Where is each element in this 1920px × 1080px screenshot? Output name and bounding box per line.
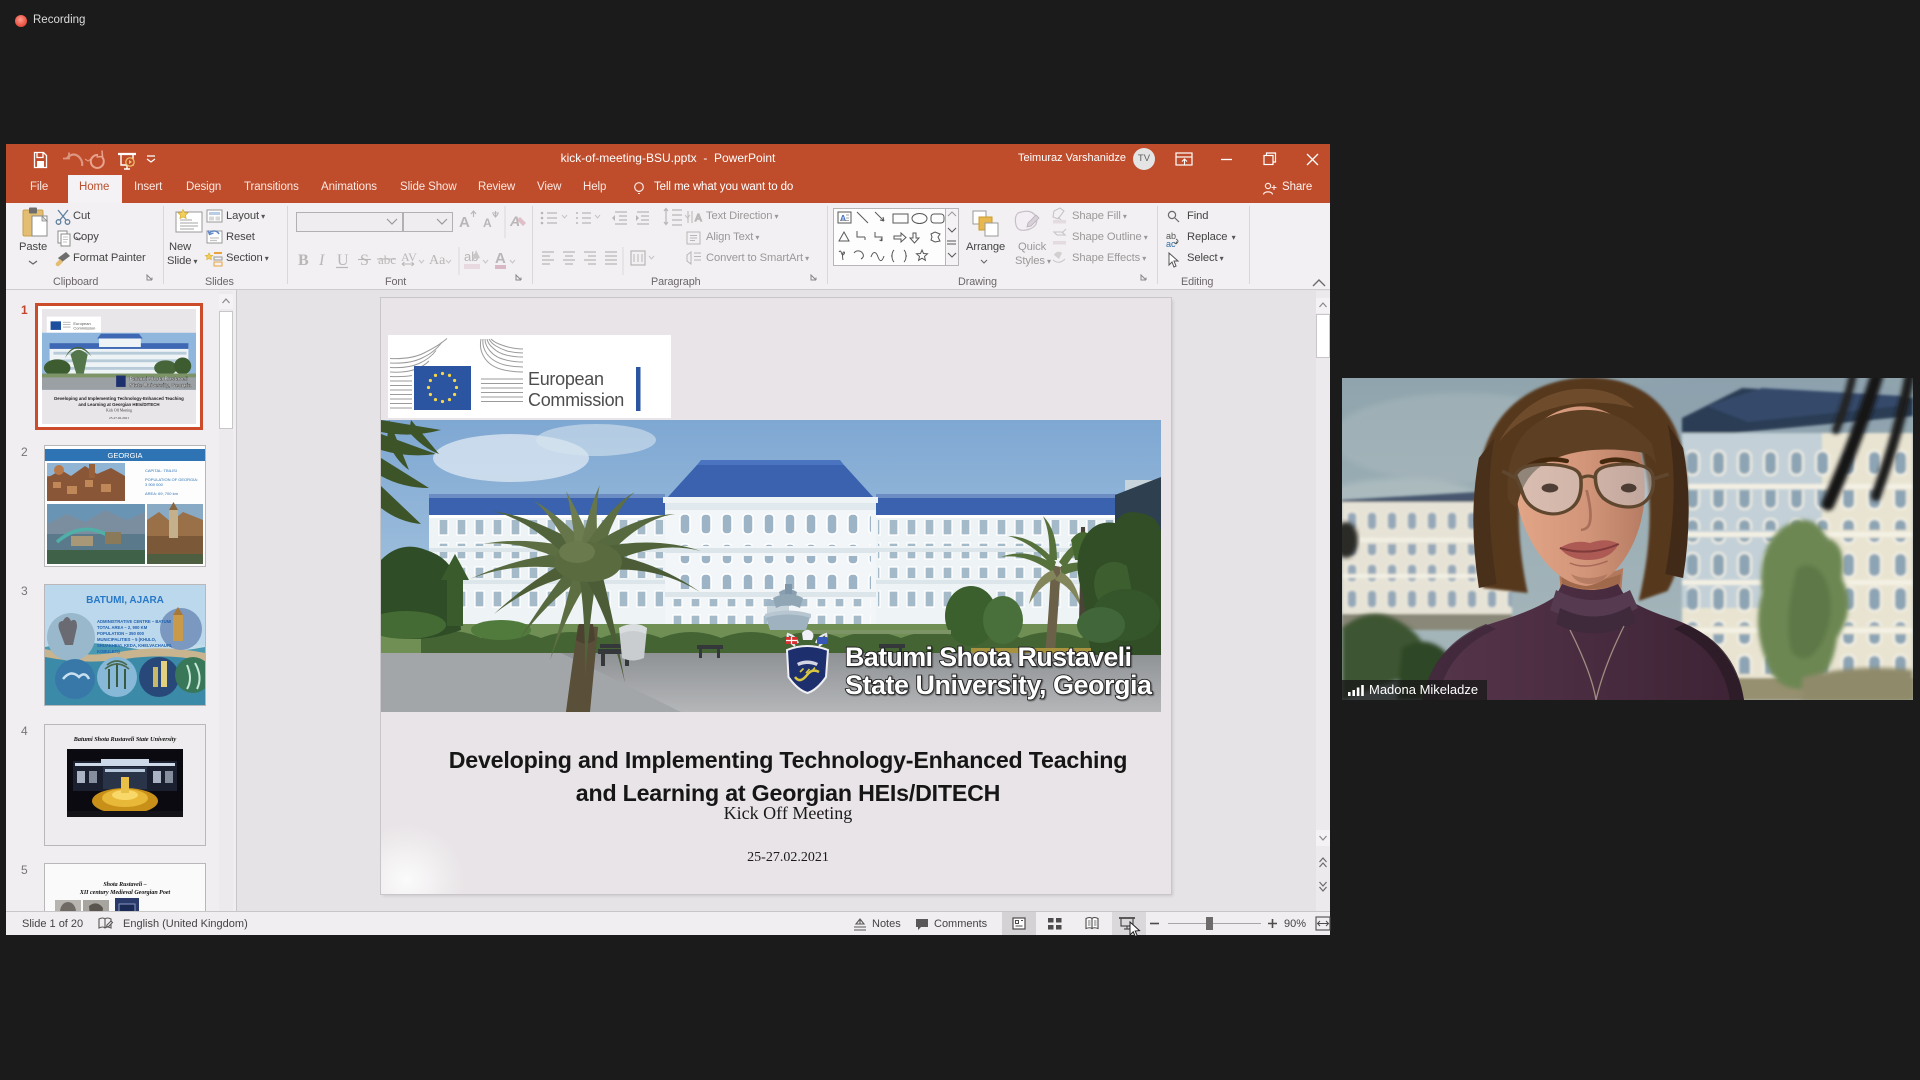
svg-text:Kick Off Meeting: Kick Off Meeting: [106, 409, 132, 413]
svg-text:S: S: [360, 252, 369, 269]
svg-text:Batumi Shota Rustaveli: Batumi Shota Rustaveli: [129, 376, 188, 382]
svg-text:Batumi Shota Rustaveli State U: Batumi Shota Rustaveli State University: [73, 736, 177, 743]
svg-text:3 900 000: 3 900 000: [145, 482, 164, 487]
svg-text:AV: AV: [401, 250, 417, 264]
svg-text:Commission: Commission: [528, 390, 624, 410]
svg-text:State University, Georgia: State University, Georgia: [129, 383, 191, 389]
svg-text:A: A: [459, 214, 470, 231]
svg-text:I: I: [318, 252, 325, 269]
svg-text:KOBULETI): KOBULETI): [97, 649, 120, 654]
svg-text:AREA: 69, 700 km: AREA: 69, 700 km: [145, 491, 179, 496]
svg-text:ac: ac: [1166, 239, 1176, 249]
svg-text:State University, Georgia: State University, Georgia: [845, 670, 1153, 700]
svg-text:U: U: [337, 252, 349, 269]
svg-text:BATUMI, AJARA: BATUMI, AJARA: [86, 595, 164, 606]
svg-text:Shota Rustaveli –: Shota Rustaveli –: [103, 882, 146, 888]
svg-text:SHUAKHEVI, KEDA, KHELVACHAURI,: SHUAKHEVI, KEDA, KHELVACHAURI,: [97, 643, 172, 648]
svg-text:B: B: [298, 252, 309, 269]
svg-text:MUNICIPALITIES – 5 (KHULO,: MUNICIPALITIES – 5 (KHULO,: [97, 637, 156, 642]
svg-text:Commission: Commission: [73, 325, 95, 330]
svg-text:A: A: [840, 213, 846, 223]
svg-text:ADMINISTRATIVE CENTRE – BATUMI: ADMINISTRATIVE CENTRE – BATUMI: [97, 619, 171, 624]
svg-text:and Learning at Georgian HEIs/: and Learning at Georgian HEIs/DITECH: [78, 402, 159, 407]
svg-text:A: A: [695, 213, 702, 224]
svg-text:GEORGIA: GEORGIA: [107, 451, 142, 460]
svg-text:CAPITAL: TBILISI: CAPITAL: TBILISI: [145, 468, 177, 473]
svg-text:TOTAL AREA – 2, 900 KM: TOTAL AREA – 2, 900 KM: [97, 625, 148, 630]
svg-text:Aa: Aa: [429, 253, 446, 268]
svg-text:Developing and Implementing Te: Developing and Implementing Technology-E…: [54, 396, 184, 401]
svg-text:A: A: [495, 250, 506, 267]
svg-text:Batumi Shota Rustaveli: Batumi Shota Rustaveli: [845, 642, 1132, 672]
svg-text:A: A: [483, 216, 492, 230]
svg-text:POPULATION – 350 000: POPULATION – 350 000: [97, 631, 145, 636]
svg-text:European: European: [528, 369, 604, 389]
svg-text:25-27.02.2021: 25-27.02.2021: [109, 416, 129, 420]
svg-text:XII century Medieval Georgian: XII century Medieval Georgian Poet: [79, 890, 171, 896]
